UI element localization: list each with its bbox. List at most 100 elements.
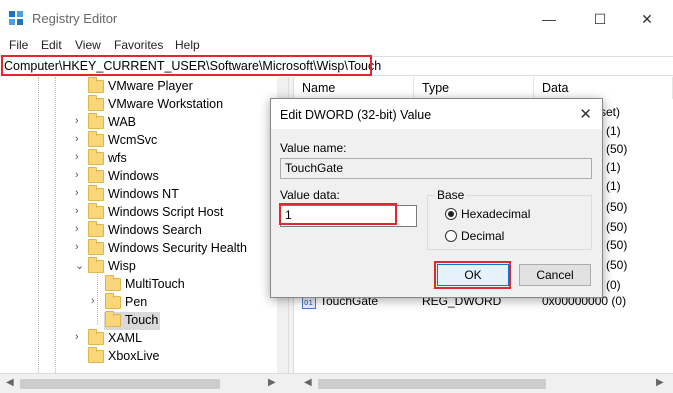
tree-item[interactable]: › XAML [0,329,288,348]
chevron-right-icon[interactable]: › [75,115,79,127]
folder-icon [105,311,121,327]
tree-item[interactable]: › wfs [0,149,288,168]
chevron-right-icon[interactable]: › [91,295,95,307]
window-title: Registry Editor [32,11,118,26]
scroll-left-arrow-icon[interactable]: ◀ [6,377,14,388]
data-cell: (1) [606,179,621,193]
tree-item[interactable]: › Windows Search [0,221,288,240]
tree-item[interactable]: MultiTouch [0,275,288,294]
data-cell: set) [600,105,621,119]
tree-item[interactable]: VMware Workstation [0,95,288,114]
folder-icon [88,167,104,183]
tree-item[interactable]: › Windows [0,167,288,186]
maximize-button[interactable]: ☐ [577,6,623,32]
decimal-radio[interactable] [445,230,457,242]
cancel-button[interactable]: Cancel [519,264,591,286]
folder-icon [105,275,121,291]
tree-item[interactable]: XboxLive [0,347,288,366]
folder-icon [88,77,104,93]
menu-favorites[interactable]: Favorites [114,38,163,52]
chevron-right-icon[interactable]: › [75,205,79,217]
scroll-right-arrow-icon[interactable]: ▶ [268,377,276,388]
tree-item-label: Windows [108,169,159,183]
tree-item-label: MultiTouch [125,277,185,291]
data-cell: (50) [606,200,628,214]
tree-item[interactable]: › Windows NT [0,185,288,204]
tree-item[interactable]: VMware Player [0,77,288,96]
chevron-right-icon[interactable]: › [75,241,79,253]
tree-item[interactable]: › Pen [0,293,288,312]
column-header-type[interactable]: Type [414,77,534,99]
column-header-data[interactable]: Data [534,77,673,99]
chevron-right-icon[interactable]: › [75,169,79,181]
hexadecimal-radio[interactable] [445,208,457,220]
scroll-right-arrow-icon[interactable]: ▶ [656,377,664,388]
menu-edit[interactable]: Edit [41,38,62,52]
svg-text:01: 01 [304,299,313,307]
folder-icon [88,347,104,363]
folder-icon [88,131,104,147]
minimize-button[interactable]: — [526,6,572,32]
folder-icon [88,185,104,201]
scroll-left-arrow-icon[interactable]: ◀ [304,377,312,388]
horizontal-scrollbar[interactable]: ◀ ▶ ◀ ▶ [0,373,673,393]
tree-item-label: XboxLive [108,349,160,363]
edit-dword-dialog: Edit DWORD (32-bit) Value ✕ Value name: … [270,98,603,298]
data-cell: (50) [606,142,628,156]
tree-item-label: XAML [108,331,143,345]
hexadecimal-label[interactable]: Hexadecimal [461,207,530,221]
base-label: Base [435,188,467,202]
dialog-title-bar: Edit DWORD (32-bit) Value ✕ [271,99,602,129]
value-data-highlight-box [279,203,397,225]
tree-item[interactable]: › Windows Script Host [0,203,288,222]
chevron-right-icon[interactable]: › [75,133,79,145]
data-cell: (1) [606,160,621,174]
scroll-thumb[interactable] [20,379,220,389]
chevron-right-icon[interactable]: › [75,187,79,199]
data-cell: (50) [606,258,628,272]
tree-item-touch-selected[interactable]: Touch [0,311,288,330]
close-button[interactable]: ✕ [624,6,670,32]
decimal-label[interactable]: Decimal [461,229,504,243]
menu-bar: File Edit View Favorites Help [0,36,673,56]
tree-item-label: Windows NT [108,187,179,201]
folder-icon [88,221,104,237]
menu-file[interactable]: File [9,38,28,52]
tree-item-label: WcmSvc [108,133,158,147]
folder-icon [88,95,104,111]
chevron-right-icon[interactable]: › [75,331,79,343]
tree-item-label: Wisp [108,259,136,273]
tree-item[interactable]: › Windows Security Health [0,239,288,258]
title-bar: Registry Editor — ☐ ✕ [0,0,673,36]
tree-item-label: Windows Script Host [108,205,224,219]
chevron-right-icon[interactable]: › [75,151,79,163]
registry-editor-icon [9,11,23,25]
folder-icon [88,257,104,273]
data-cell: (1) [606,124,621,138]
chevron-right-icon[interactable]: › [75,223,79,235]
tree-item[interactable]: › WAB [0,113,288,132]
chevron-down-icon[interactable]: ⌄ [75,259,84,272]
column-header-name[interactable]: Name [294,77,414,99]
tree-item-label: WAB [108,115,137,129]
menu-view[interactable]: View [75,38,101,52]
key-tree: VMware Player VMware Workstation › WAB ›… [0,77,288,373]
menu-help[interactable]: Help [175,38,200,52]
value-data-label: Value data: [280,188,340,202]
tree-item[interactable]: › WcmSvc [0,131,288,150]
folder-icon [88,329,104,345]
folder-icon [88,239,104,255]
value-name-label: Value name: [280,141,347,155]
tree-item-label: VMware Workstation [108,97,224,111]
value-name-field: TouchGate [280,158,592,179]
tree-item-wisp[interactable]: ⌄ Wisp [0,257,288,276]
value-name-text: TouchGate [285,161,344,175]
scroll-thumb[interactable] [318,379,546,389]
dialog-close-button[interactable]: ✕ [579,105,592,123]
tree-item-label: Pen [125,295,148,309]
address-highlight-box [1,55,372,76]
folder-icon [88,203,104,219]
folder-icon [88,149,104,165]
tree-item-label: Windows Search [108,223,202,237]
folder-icon [88,113,104,129]
